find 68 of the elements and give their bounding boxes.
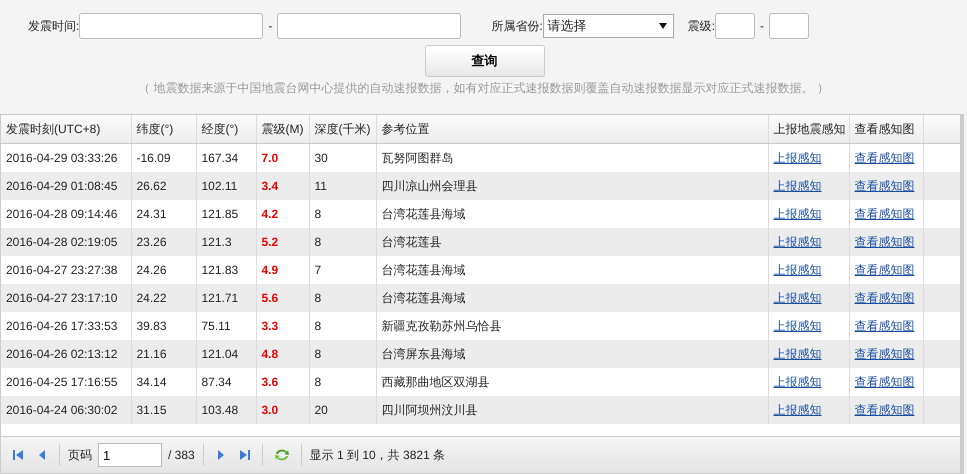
table-cell: 11 <box>309 172 376 200</box>
column-header: 查看感知图 <box>849 115 923 144</box>
first-page-icon[interactable] <box>12 449 24 461</box>
table-cell: 台湾屏东县海域 <box>376 340 768 368</box>
table-cell: 2016-04-24 06:30:02 <box>1 396 131 424</box>
table-cell: 20 <box>309 396 376 424</box>
report-link[interactable]: 上报感知 <box>774 318 822 332</box>
table-cell: 121.04 <box>196 340 256 368</box>
province-label: 所属省份: <box>491 18 543 34</box>
report-link[interactable]: 上报感知 <box>774 206 822 220</box>
table-cell: 121.3 <box>196 228 256 256</box>
view-map-link[interactable]: 查看感知图 <box>854 206 914 220</box>
time-label: 发震时间: <box>28 18 80 34</box>
table-cell: 21.16 <box>131 340 196 368</box>
table-cell: 台湾花莲县海域 <box>376 284 768 312</box>
column-header: 发震时刻(UTC+8) <box>1 115 131 144</box>
view-map-link[interactable]: 查看感知图 <box>854 318 914 332</box>
table-cell: 四川阿坝州汶川县 <box>376 396 768 424</box>
column-header: 震级(M) <box>256 115 309 144</box>
page-number-field[interactable]: 1 <box>98 443 162 467</box>
table-cell: 2016-04-28 02:19:05 <box>1 228 131 256</box>
table-cell: 103.48 <box>196 396 256 424</box>
range-separator: - <box>760 19 764 33</box>
start-time-field[interactable] <box>79 13 264 39</box>
table-cell: 3.4 <box>256 172 309 200</box>
table-cell: 四川凉山州会理县 <box>376 172 768 200</box>
table-cell: 8 <box>309 228 376 256</box>
total-pages: / 383 <box>168 448 195 462</box>
column-header: 深度(千米) <box>309 115 376 144</box>
refresh-icon[interactable] <box>274 447 290 463</box>
view-map-link[interactable]: 查看感知图 <box>854 150 914 164</box>
table-cell: 8 <box>309 284 376 312</box>
table-cell: 121.71 <box>196 284 256 312</box>
table-cell: 2016-04-27 23:17:10 <box>1 284 131 312</box>
table-cell: 4.8 <box>256 340 309 368</box>
data-source-note: （ 地震数据来源于中国地震台网中心提供的自动速报数据，如有对应正式速报数据则覆盖自动速报数据显示对应正式速报数据。 ） <box>138 81 829 95</box>
last-page-icon[interactable] <box>238 449 251 461</box>
table-cell: 台湾花莲县 <box>376 228 768 256</box>
column-header: 纬度(°) <box>131 115 196 144</box>
table-cell: 8 <box>309 340 376 368</box>
report-link[interactable]: 上报感知 <box>774 150 822 164</box>
view-map-link[interactable]: 查看感知图 <box>854 374 914 388</box>
column-header: 经度(°) <box>196 115 256 144</box>
search-button[interactable]: 查询 <box>424 45 544 77</box>
report-link[interactable]: 上报感知 <box>774 374 822 388</box>
max-magnitude-field[interactable] <box>769 13 810 39</box>
table-cell: 3.0 <box>256 396 309 424</box>
magnitude-label: 震级: <box>688 18 716 34</box>
column-header: 上报地震感知 <box>768 115 849 144</box>
table-cell: 2016-04-26 02:13:12 <box>1 340 131 368</box>
table-cell: 26.62 <box>131 172 196 200</box>
report-link[interactable]: 上报感知 <box>774 262 822 276</box>
table-cell: 31.15 <box>131 396 196 424</box>
min-magnitude-field[interactable] <box>715 13 756 39</box>
range-separator: - <box>268 19 272 33</box>
table-cell: 5.2 <box>256 228 309 256</box>
province-dropdown[interactable]: 请选择 <box>542 14 674 38</box>
record-summary: 显示 1 到 10，共 3821 条 <box>310 446 446 464</box>
page-label: 页码 <box>68 446 92 464</box>
column-header: 参考位置 <box>376 115 768 144</box>
caret-icon <box>658 23 667 29</box>
table-cell: 2016-04-29 01:08:45 <box>1 172 131 200</box>
table-cell: 5.6 <box>256 284 309 312</box>
end-time-field[interactable] <box>277 13 462 39</box>
table-cell: 23.26 <box>131 228 196 256</box>
view-map-link[interactable]: 查看感知图 <box>854 262 914 276</box>
table-cell: 24.22 <box>131 284 196 312</box>
table-cell: 102.11 <box>196 172 256 200</box>
